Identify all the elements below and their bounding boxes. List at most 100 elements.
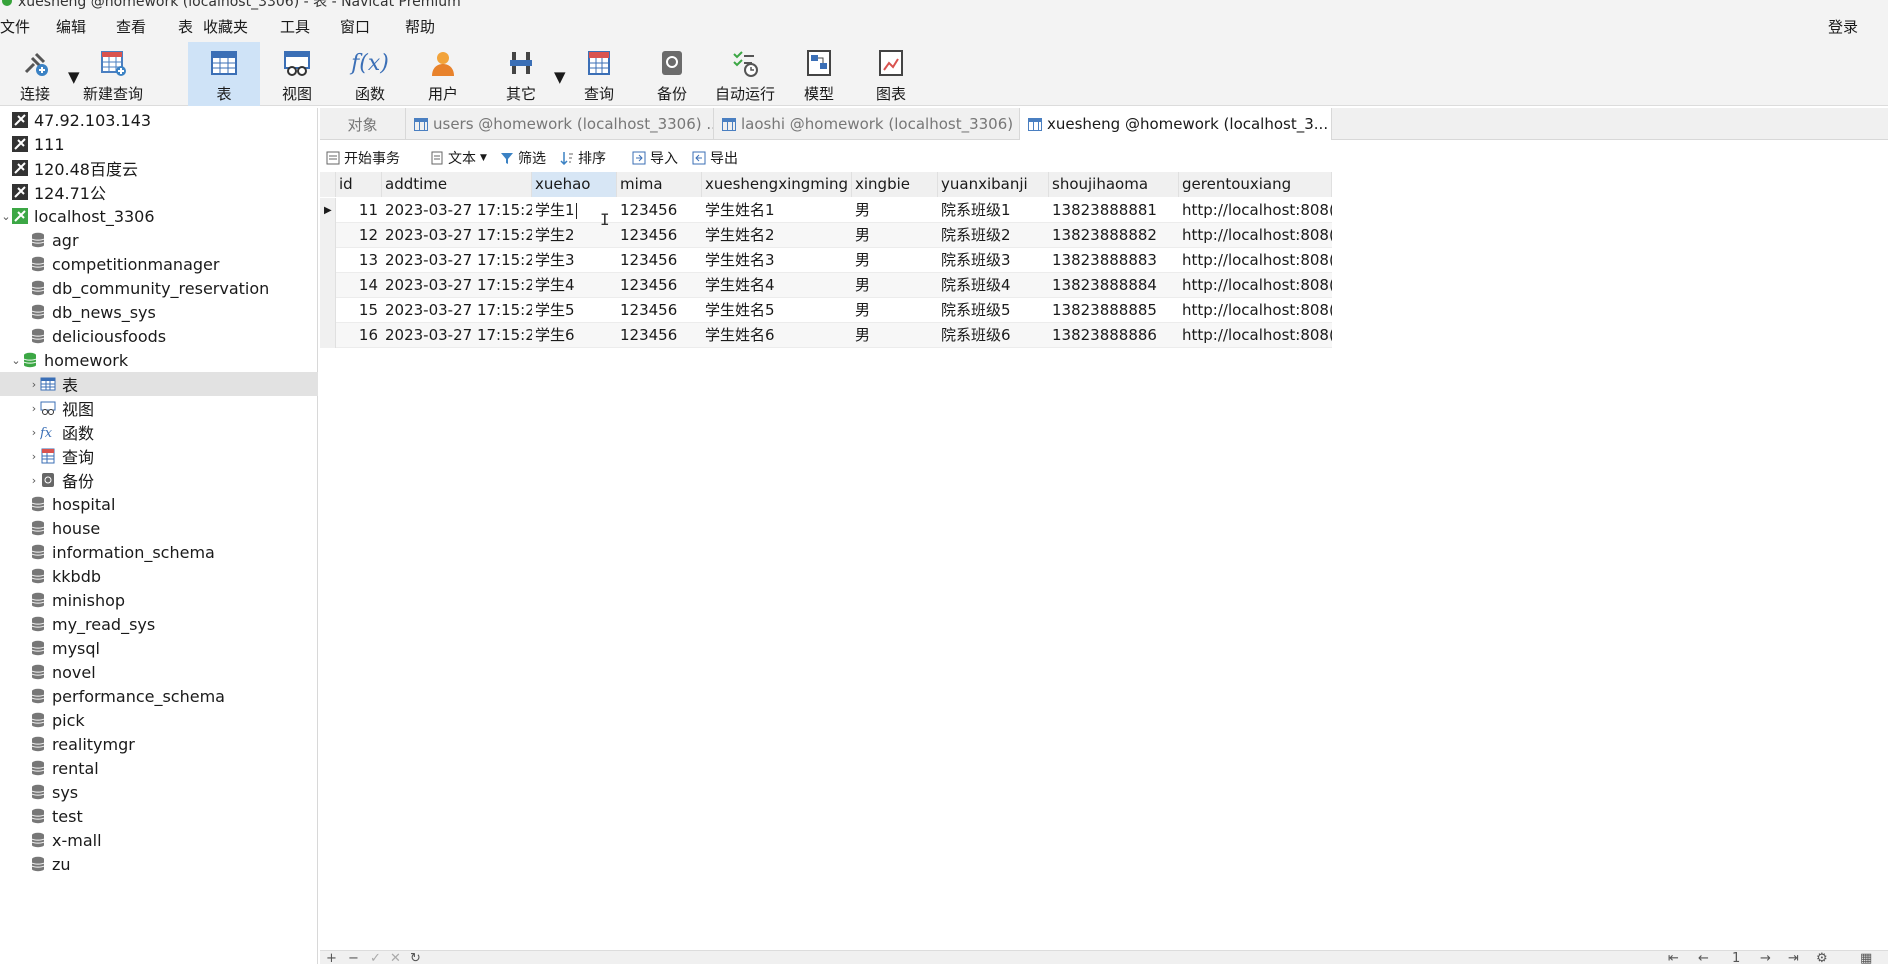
chevron-right-icon[interactable]: › [28,426,40,439]
new-query-button[interactable]: 新建查询 [80,42,146,106]
tree-connection[interactable]: 47.92.103.143 [0,108,318,132]
cell-xuehao[interactable]: 学生5 [535,298,617,323]
model-button[interactable]: 模型 [798,42,840,106]
apply-changes-icon[interactable]: ✓ [370,951,381,964]
cell-addtime[interactable]: 2023-03-27 17:15:27 [385,298,532,323]
cell-xueshengxingming[interactable]: 学生姓名3 [705,248,852,273]
tree-database[interactable]: agr [0,228,318,252]
tree-connection[interactable]: 124.71公 [0,180,318,204]
cell-mima[interactable]: 123456 [620,248,702,273]
cell-addtime[interactable]: 2023-03-27 17:15:27 [385,223,532,248]
menu-file[interactable]: 文件 [0,16,30,37]
delete-record-icon[interactable]: − [348,951,359,964]
tree-database[interactable]: realitymgr [0,732,318,756]
chevron-down-icon[interactable]: ⌄ [0,210,12,223]
cell-xueshengxingming[interactable]: 学生姓名2 [705,223,852,248]
tree-connection[interactable]: 111 [0,132,318,156]
menu-favorites[interactable]: 收藏夹 [203,16,248,37]
column-header-id[interactable]: id [336,172,382,197]
cell-xueshengxingming[interactable]: 学生姓名5 [705,298,852,323]
cell-id[interactable]: 14 [339,273,382,298]
user-button[interactable]: 用户 [422,42,464,106]
table-button[interactable]: 表 [188,42,260,106]
tree-object-group[interactable]: › 备份 [0,468,318,492]
cell-id[interactable]: 16 [339,323,382,348]
tree-database[interactable]: rental [0,756,318,780]
cell-xuehao[interactable]: 学生3 [535,248,617,273]
column-header-xingbie[interactable]: xingbie [852,172,938,197]
export-button[interactable]: 导出 [692,148,738,168]
cell-addtime[interactable]: 2023-03-27 17:15:27 [385,323,532,348]
discard-changes-icon[interactable]: ✕ [390,951,401,964]
menu-edit[interactable]: 编辑 [56,16,86,37]
cell-gerentouxiang[interactable]: http://localhost:808( [1182,198,1332,223]
cell-xingbie[interactable]: 男 [855,198,938,223]
cell-xuehao[interactable]: 学生4 [535,273,617,298]
view-button[interactable]: 视图 [276,42,318,106]
tree-database[interactable]: competitionmanager [0,252,318,276]
tab-users[interactable]: users @homework (localhost_3306) ... [406,108,714,140]
cell-addtime[interactable]: 2023-03-27 17:15:27 [385,273,532,298]
cell-xingbie[interactable]: 男 [855,323,938,348]
first-page-icon[interactable]: ⇤ [1668,951,1679,964]
column-header-xueshengxingming[interactable]: xueshengxingming [702,172,852,197]
tab-objects[interactable]: 对象 [320,108,406,140]
tree-database[interactable]: deliciousfoods [0,324,318,348]
cell-id[interactable]: 11 [339,198,382,223]
cell-yuanxibanji[interactable]: 院系班级6 [941,323,1049,348]
settings-icon[interactable]: ⚙ [1816,951,1828,964]
last-page-icon[interactable]: ⇥ [1788,951,1799,964]
chevron-right-icon[interactable]: › [28,450,40,463]
tree-object-group[interactable]: › 查询 [0,444,318,468]
tab-laoshi[interactable]: laoshi @homework (localhost_3306) ... [714,108,1020,140]
cell-yuanxibanji[interactable]: 院系班级3 [941,248,1049,273]
row-selector[interactable] [320,248,336,273]
cell-gerentouxiang[interactable]: http://localhost:808( [1182,298,1332,323]
page-number[interactable]: 1 [1732,951,1740,964]
cell-addtime[interactable]: 2023-03-27 17:15:27 [385,198,532,223]
row-selector[interactable] [320,298,336,323]
tree-database[interactable]: kkbdb [0,564,318,588]
column-header-addtime[interactable]: addtime [382,172,532,197]
tree-database[interactable]: information_schema [0,540,318,564]
tree-database[interactable]: db_community_reservation [0,276,318,300]
tab-xuesheng[interactable]: xuesheng @homework (localhost_3... [1020,108,1332,140]
row-selector[interactable] [320,273,336,298]
tree-object-group[interactable]: › 视图 [0,396,318,420]
tree-database[interactable]: hospital [0,492,318,516]
cell-addtime[interactable]: 2023-03-27 17:15:27 [385,248,532,273]
tree-object-group[interactable]: › fx 函数 [0,420,318,444]
cell-xueshengxingming[interactable]: 学生姓名6 [705,323,852,348]
cell-shoujihaoma[interactable]: 13823888884 [1052,273,1179,298]
cell-id[interactable]: 12 [339,223,382,248]
backup-button[interactable]: 备份 [651,42,693,106]
cell-xingbie[interactable]: 男 [855,273,938,298]
tree-database[interactable]: novel [0,660,318,684]
grid-view-icon[interactable]: ▦ [1860,951,1872,964]
begin-transaction-button[interactable]: 开始事务 [326,148,400,168]
chevron-down-icon[interactable]: ⌄ [10,354,22,367]
login-link[interactable]: 登录 [1828,16,1858,37]
sort-button[interactable]: 排序 [560,148,606,168]
text-button[interactable]: 文本 ▼ [430,148,487,168]
cell-xingbie[interactable]: 男 [855,298,938,323]
row-selector[interactable]: ▶ [320,198,336,223]
cell-gerentouxiang[interactable]: http://localhost:808( [1182,248,1332,273]
cell-shoujihaoma[interactable]: 13823888885 [1052,298,1179,323]
tree-database[interactable]: pick [0,708,318,732]
other-dropdown-icon[interactable]: ▼ [554,68,566,86]
tree-database[interactable]: db_news_sys [0,300,318,324]
cell-shoujihaoma[interactable]: 13823888882 [1052,223,1179,248]
cell-mima[interactable]: 123456 [620,198,702,223]
column-header-shoujihaoma[interactable]: shoujihaoma [1049,172,1179,197]
column-header-yuanxibanji[interactable]: yuanxibanji [938,172,1049,197]
chart-button[interactable]: 图表 [870,42,912,106]
connect-button[interactable]: 连接 [14,42,56,106]
row-selector[interactable] [320,223,336,248]
tree-database[interactable]: performance_schema [0,684,318,708]
cell-gerentouxiang[interactable]: http://localhost:808( [1182,273,1332,298]
tree-database[interactable]: minishop [0,588,318,612]
tree-connection[interactable]: ⌄ localhost_3306 [0,204,318,228]
add-record-icon[interactable]: + [326,951,337,964]
cell-mima[interactable]: 123456 [620,273,702,298]
